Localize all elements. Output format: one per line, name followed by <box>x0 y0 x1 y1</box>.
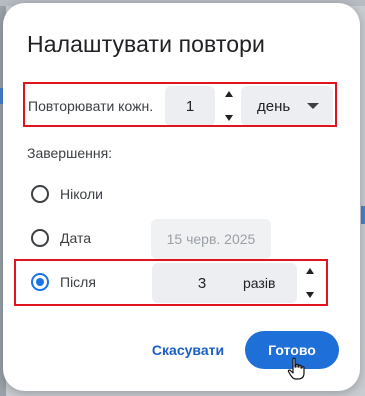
ends-never-label: Ніколи <box>60 186 103 202</box>
annotation-highlight-after-row <box>14 259 328 306</box>
dialog-title: Налаштувати повтори <box>27 31 265 57</box>
ends-label: Завершення: <box>27 145 113 161</box>
ends-on-date-label: Дата <box>60 230 92 246</box>
end-date-input[interactable]: 15 черв. 2025 <box>151 219 271 259</box>
ends-never-radio[interactable] <box>31 185 49 203</box>
custom-recurrence-dialog: Налаштувати повтори Повторювати кожн. 1 … <box>3 3 360 391</box>
annotation-highlight-repeat-row <box>23 82 337 127</box>
background-accent <box>361 206 365 224</box>
ends-on-date-radio[interactable] <box>31 229 49 247</box>
cancel-button[interactable]: Скасувати <box>143 333 233 367</box>
mouse-pointer-hand-icon <box>287 357 305 380</box>
